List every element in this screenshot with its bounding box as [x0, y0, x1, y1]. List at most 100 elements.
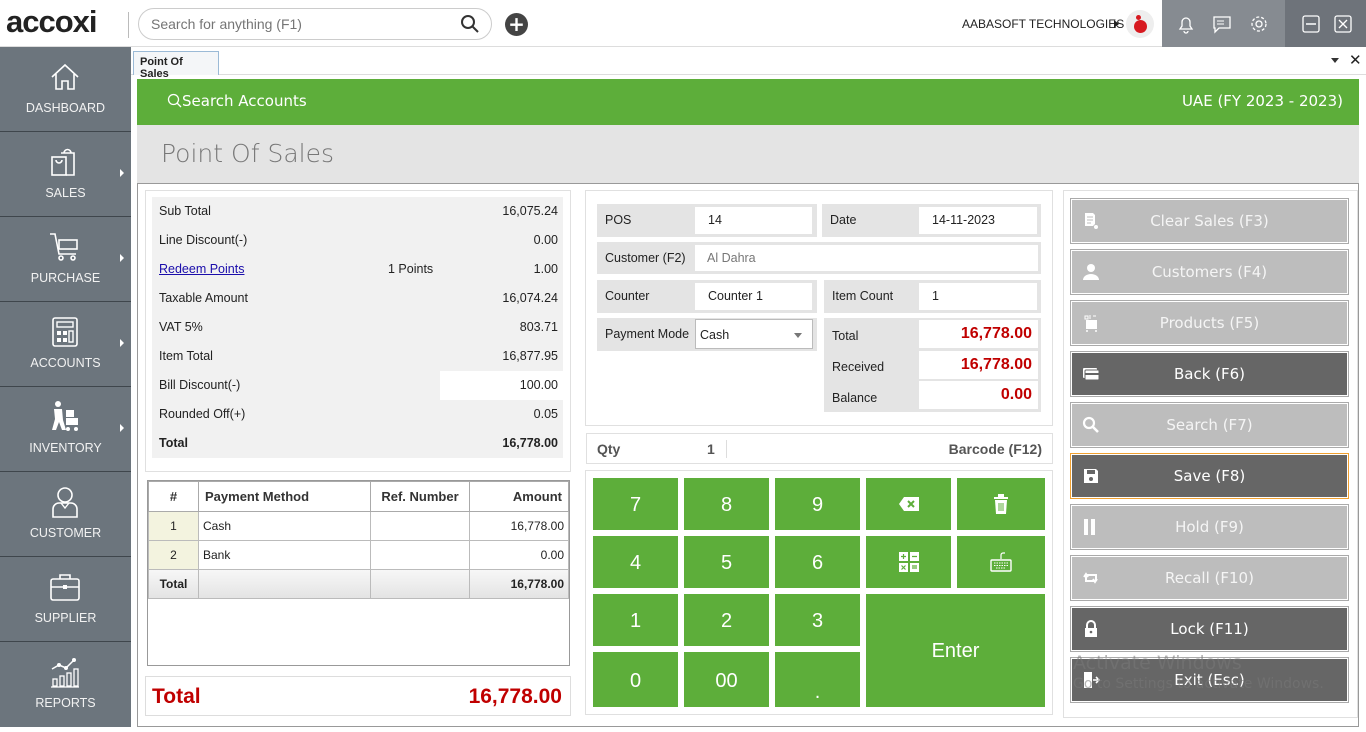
sidebar-item-purchase[interactable]: PURCHASE [0, 217, 131, 302]
payment-card-icon [1083, 368, 1100, 381]
counter-input[interactable]: Counter 1 [695, 283, 812, 310]
col-header-amount: Amount [469, 481, 569, 512]
sidebar-item-label: ACCOUNTS [30, 356, 101, 370]
table-row[interactable]: 1 Cash 16,778.00 [148, 511, 569, 541]
calculator-icon [52, 317, 78, 347]
barcode-input[interactable]: Barcode (F12) [949, 441, 1042, 457]
add-new-button[interactable]: + [505, 13, 528, 36]
user-avatar[interactable] [1126, 10, 1154, 38]
save-icon [1084, 469, 1098, 483]
search-accounts-button[interactable]: Search Accounts [167, 92, 307, 110]
recall-button[interactable]: Recall (F10) [1070, 555, 1349, 601]
qty-input[interactable]: 1 [707, 441, 715, 457]
ref-number-cell[interactable] [370, 511, 470, 541]
date-input[interactable]: 14-11-2023 [919, 207, 1037, 234]
submenu-arrow-icon [120, 424, 124, 432]
payment-table: # Payment Method Ref. Number Amount 1 Ca… [148, 481, 569, 599]
sidebar-item-label: SALES [45, 186, 86, 200]
customer-field: Customer (F2) Al Dahra [597, 242, 1041, 274]
received-input[interactable]: 16,778.00 [919, 351, 1038, 379]
key-7[interactable]: 7 [593, 478, 678, 530]
grand-total-value: 16,778.00 [468, 685, 562, 708]
payment-mode-select[interactable]: Cash [695, 319, 813, 349]
key-1[interactable]: 1 [593, 594, 678, 646]
search-icon [167, 93, 182, 108]
key-0[interactable]: 0 [593, 652, 678, 707]
sidebar-item-accounts[interactable]: ACCOUNTS [0, 302, 131, 387]
key-2[interactable]: 2 [684, 594, 769, 646]
page-title-bar: Point Of Sales [137, 125, 1359, 183]
exit-icon [1084, 672, 1100, 688]
minimize-icon[interactable] [1301, 14, 1321, 34]
close-tab-icon[interactable]: ✕ [1349, 51, 1362, 69]
sidebar-item-dashboard[interactable]: DASHBOARD [0, 47, 131, 132]
search-icon[interactable] [460, 14, 480, 34]
close-window-icon[interactable] [1333, 14, 1353, 34]
user-icon [52, 487, 78, 518]
col-header-ref-number: Ref. Number [370, 481, 470, 512]
submenu-arrow-icon [120, 169, 124, 177]
sidebar-item-label: INVENTORY [29, 441, 102, 455]
company-name[interactable]: AABASOFT TECHNOLOGIES [962, 17, 1124, 31]
products-button[interactable]: Products (F5) [1070, 300, 1349, 346]
table-row[interactable]: 2 Bank 0.00 [148, 540, 569, 570]
ref-number-cell[interactable] [370, 540, 470, 570]
key-00[interactable]: 00 [684, 652, 769, 707]
pause-icon [1084, 519, 1095, 535]
summary-row-item-total: Item Total 16,877.95 [159, 349, 558, 363]
clear-sales-button[interactable]: Clear Sales (F3) [1070, 198, 1349, 244]
settings-gear-icon[interactable] [1249, 14, 1269, 34]
customer-input[interactable]: Al Dahra [695, 245, 1038, 271]
sidebar-item-inventory[interactable]: INVENTORY [0, 387, 131, 472]
sidebar-item-reports[interactable]: REPORTS [0, 642, 131, 727]
grand-total-label: Total [152, 685, 201, 708]
home-icon [51, 63, 79, 90]
lock-button[interactable]: Lock (F11) [1070, 606, 1349, 652]
tab-bar: Point Of Sales ✕ [131, 47, 1366, 80]
global-search-input[interactable] [138, 8, 492, 40]
chart-icon [51, 658, 79, 688]
back-button[interactable]: Back (F6) [1070, 351, 1349, 397]
summary-row-vat: VAT 5% 803.71 [159, 320, 558, 334]
company-menu-arrow-icon[interactable] [1114, 20, 1119, 28]
key-9[interactable]: 9 [775, 478, 860, 530]
exit-button[interactable]: Exit (Esc) [1070, 657, 1349, 703]
lock-icon [1085, 620, 1097, 637]
calculator-key[interactable] [866, 536, 951, 588]
sidebar-item-customer[interactable]: CUSTOMER [0, 472, 131, 557]
enter-key[interactable]: Enter [866, 594, 1045, 707]
redeem-points-link[interactable]: Redeem Points [159, 262, 244, 276]
key-decimal[interactable]: . [775, 652, 860, 707]
hold-button[interactable]: Hold (F9) [1070, 504, 1349, 550]
counter-field: Counter Counter 1 [597, 280, 817, 313]
tab-list-dropdown-icon[interactable] [1331, 58, 1339, 63]
tab-point-of-sales[interactable]: Point Of Sales [133, 51, 219, 80]
save-button[interactable]: Save (F8) [1070, 453, 1349, 499]
message-icon[interactable] [1212, 14, 1232, 34]
search-button[interactable]: Search (F7) [1070, 402, 1349, 448]
sidebar-item-label: SUPPLIER [34, 611, 97, 625]
sidebar-item-supplier[interactable]: SUPPLIER [0, 557, 131, 642]
key-4[interactable]: 4 [593, 536, 678, 588]
key-6[interactable]: 6 [775, 536, 860, 588]
key-8[interactable]: 8 [684, 478, 769, 530]
submenu-arrow-icon [120, 339, 124, 347]
col-header-number: # [148, 481, 199, 512]
key-3[interactable]: 3 [775, 594, 860, 646]
top-bar: accoxi + AABASOFT TECHNOLOGIES [0, 0, 1366, 47]
amount-cell[interactable]: 0.00 [469, 540, 569, 570]
pos-number-input[interactable]: 14 [695, 207, 812, 234]
products-icon [1084, 315, 1097, 332]
key-5[interactable]: 5 [684, 536, 769, 588]
sidebar: DASHBOARD SALES PURCHASE ACCOUNTS INVENT… [0, 47, 131, 727]
customers-button[interactable]: Customers (F4) [1070, 249, 1349, 295]
bell-icon[interactable] [1176, 14, 1196, 34]
shopping-bag-icon [51, 148, 75, 176]
app-logo[interactable]: accoxi [6, 4, 98, 40]
keyboard-key[interactable] [957, 536, 1045, 588]
backspace-key[interactable] [866, 478, 951, 530]
amount-cell[interactable]: 16,778.00 [469, 511, 569, 541]
delete-key[interactable] [957, 478, 1045, 530]
sidebar-item-sales[interactable]: SALES [0, 132, 131, 217]
calculator-icon [898, 552, 919, 572]
